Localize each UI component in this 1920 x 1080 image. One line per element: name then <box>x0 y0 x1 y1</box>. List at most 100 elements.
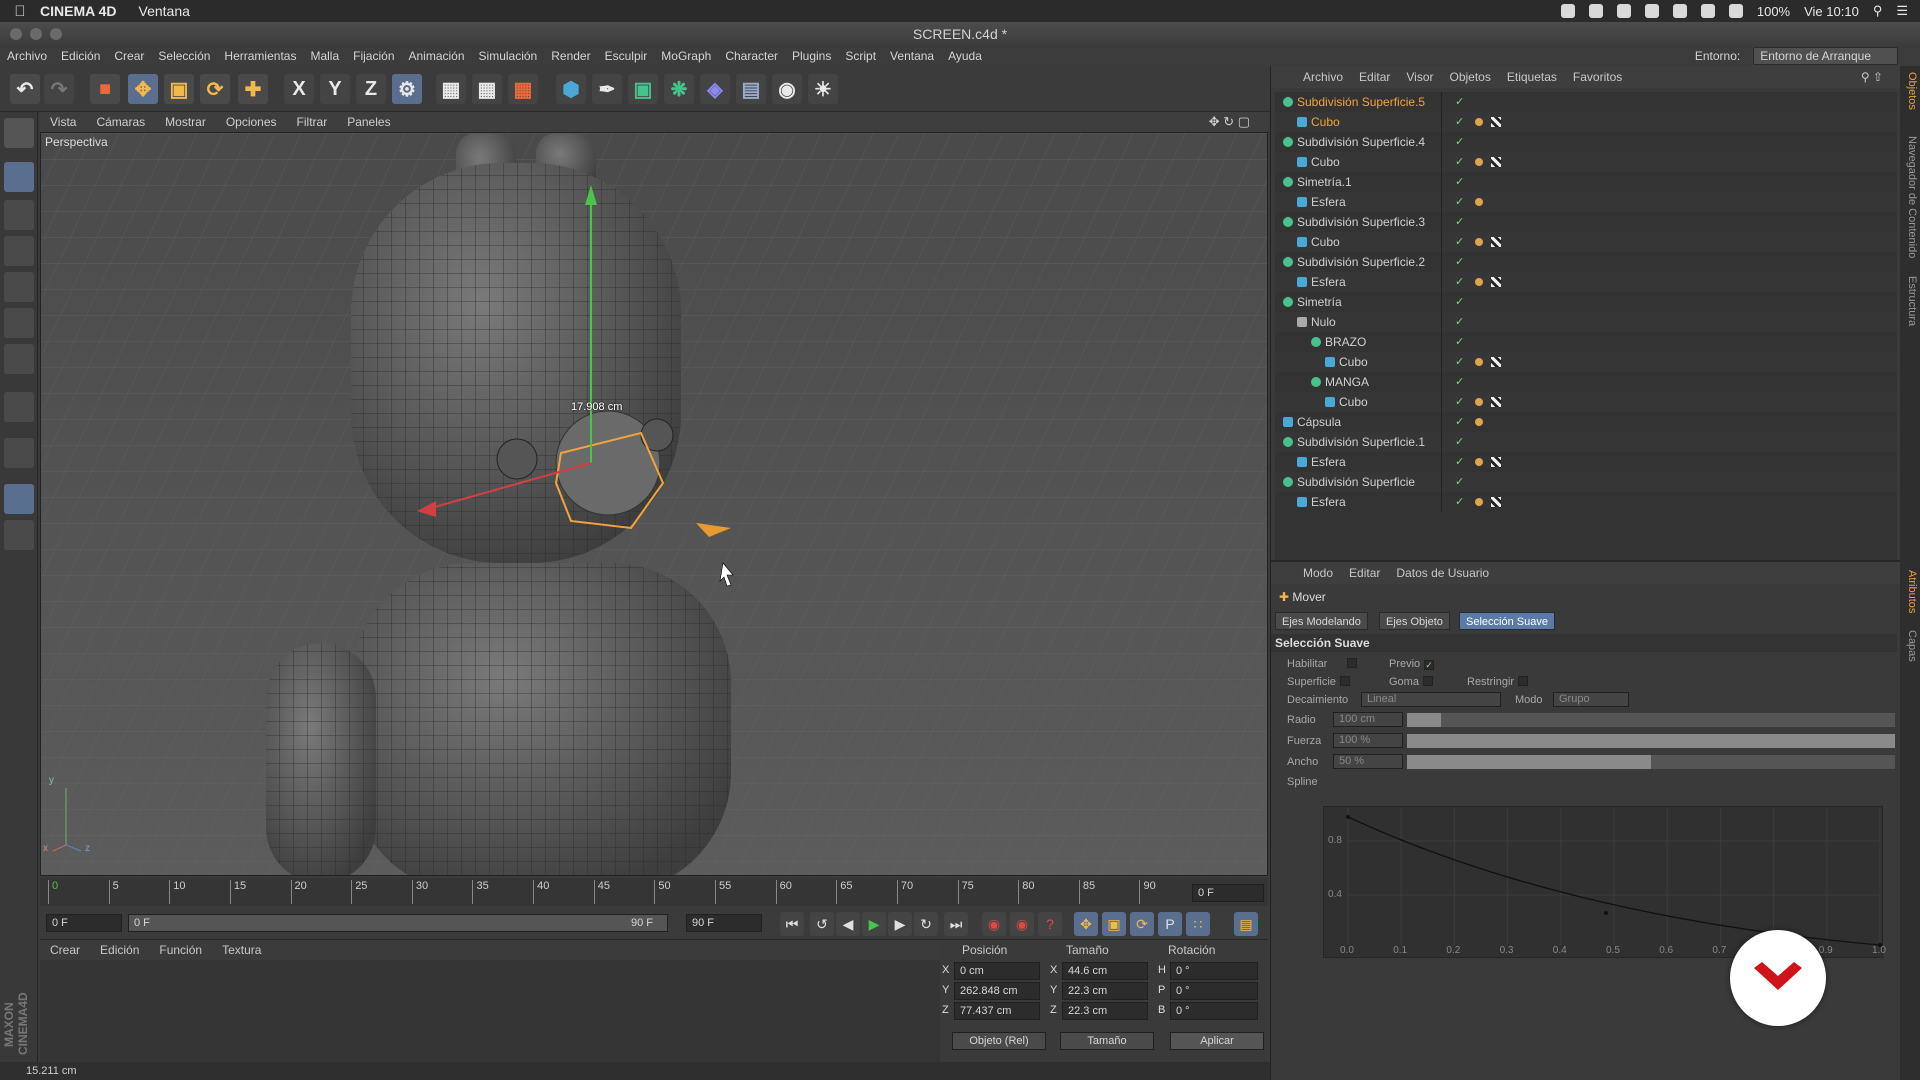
visibility-check-icon[interactable]: ✓ <box>1455 332 1464 352</box>
viewport-menu-opciones[interactable]: Opciones <box>216 115 287 129</box>
clock[interactable]: Vie 10:10 <box>1804 4 1859 19</box>
tab-ejes-modelando[interactable]: Ejes Modelando <box>1275 612 1368 630</box>
object-row[interactable]: Cubo ✓ <box>1275 392 1897 412</box>
edges-mode-icon[interactable] <box>4 308 34 338</box>
coords-size-field[interactable]: 22.3 cm <box>1062 982 1148 1000</box>
visibility-check-icon[interactable]: ✓ <box>1455 92 1464 112</box>
visibility-check-icon[interactable]: ✓ <box>1455 472 1464 492</box>
object-row[interactable]: Cubo ✓ <box>1275 152 1897 172</box>
object-row[interactable]: Esfera ✓ <box>1275 492 1897 512</box>
live-selection-icon[interactable]: ■ <box>90 74 120 104</box>
play-icon[interactable]: ▶ <box>862 912 886 936</box>
keyframe-selection-icon[interactable]: ? <box>1038 912 1062 936</box>
texture-tag-icon[interactable] <box>1491 497 1501 507</box>
texture-tag-icon[interactable] <box>1491 157 1501 167</box>
texture-tag-icon[interactable] <box>1491 117 1501 127</box>
points-mode-icon[interactable] <box>4 272 34 302</box>
object-row[interactable]: BRAZO ✓ <box>1275 332 1897 352</box>
phong-tag-icon[interactable] <box>1475 398 1483 406</box>
notification-icon[interactable]: ☰ <box>1896 3 1908 19</box>
render-picture-viewer-icon[interactable]: ▦ <box>472 74 502 104</box>
modo-select[interactable]: Grupo <box>1553 692 1629 707</box>
coords-mode-select[interactable]: Objeto (Rel) <box>952 1032 1046 1050</box>
object-row[interactable]: Esfera ✓ <box>1275 192 1897 212</box>
record-keys-icon[interactable]: ◉ <box>982 912 1006 936</box>
apple-icon[interactable]:  <box>0 3 40 20</box>
axis-mode-icon[interactable] <box>4 392 34 422</box>
cube-primitive-icon[interactable]: ⬢ <box>556 74 586 104</box>
battery-status[interactable]: 100% <box>1757 4 1790 19</box>
spline-pen-icon[interactable]: ✒ <box>592 74 622 104</box>
texture-tag-icon[interactable] <box>1491 457 1501 467</box>
object-row[interactable]: Subdivisión Superficie.3 ✓ <box>1275 212 1897 232</box>
object-row[interactable]: Cubo ✓ <box>1275 232 1897 252</box>
grid-snap-icon[interactable] <box>4 520 34 550</box>
timeline-window-icon[interactable]: ▤ <box>1234 912 1258 936</box>
last-tool-icon[interactable]: ✚ <box>238 74 268 104</box>
visibility-check-icon[interactable]: ✓ <box>1455 292 1464 312</box>
wifi-icon[interactable] <box>1728 4 1743 18</box>
close-window-button[interactable] <box>10 28 22 40</box>
coords-size-field[interactable]: 44.6 cm <box>1062 962 1148 980</box>
obj-menu-archivo[interactable]: Archivo <box>1295 70 1351 84</box>
obj-menu-editar[interactable]: Editar <box>1351 70 1398 84</box>
zoom-window-button[interactable] <box>50 28 62 40</box>
side-tab-navegador[interactable]: Navegador de Contenido <box>1902 136 1918 258</box>
viewport-menu-vista[interactable]: Vista <box>40 115 86 129</box>
object-row[interactable]: Cubo ✓ <box>1275 112 1897 132</box>
object-row[interactable]: Subdivisión Superficie.5 ✓ <box>1275 92 1897 112</box>
object-row[interactable]: Esfera ✓ <box>1275 452 1897 472</box>
material-menu-textura[interactable]: Textura <box>212 943 271 957</box>
entorno-select[interactable]: Entorno de Arranque <box>1753 47 1898 65</box>
viewport-nav-icon[interactable]: ✥ ↻ ▢ <box>1199 114 1260 130</box>
phong-tag-icon[interactable] <box>1475 498 1483 506</box>
obj-menu-visor[interactable]: Visor <box>1398 70 1441 84</box>
render-settings-icon[interactable]: ▦ <box>508 74 538 104</box>
obj-search-icon[interactable]: ⚲ ⇧ <box>1853 70 1891 84</box>
phong-tag-icon[interactable] <box>1475 418 1483 426</box>
texture-mode-icon[interactable] <box>4 200 34 230</box>
tab-seleccion-suave[interactable]: Selección Suave <box>1459 612 1555 630</box>
goma-checkbox[interactable] <box>1422 676 1433 686</box>
key-rotation-icon[interactable]: ⟳ <box>1130 912 1154 936</box>
menu-ayuda[interactable]: Ayuda <box>941 49 989 63</box>
coords-size-select[interactable]: Tamaño <box>1060 1032 1154 1050</box>
visibility-check-icon[interactable]: ✓ <box>1455 432 1464 452</box>
coords-rotation-field[interactable]: 0 ° <box>1170 982 1258 1000</box>
menu-animacion[interactable]: Animación <box>402 49 472 63</box>
viewport-menu-paneles[interactable]: Paneles <box>337 115 400 129</box>
go-to-end-icon[interactable]: ⏭ <box>944 912 968 936</box>
menu-mograph[interactable]: MoGraph <box>654 49 718 63</box>
visibility-check-icon[interactable]: ✓ <box>1455 232 1464 252</box>
object-row[interactable]: Subdivisión Superficie ✓ <box>1275 472 1897 492</box>
ancho-field[interactable]: 50 % <box>1333 754 1403 769</box>
phong-tag-icon[interactable] <box>1475 358 1483 366</box>
side-tab-estructura[interactable]: Estructura <box>1902 276 1918 326</box>
visibility-check-icon[interactable]: ✓ <box>1455 492 1464 512</box>
attr-menu-modo[interactable]: Modo <box>1295 566 1341 580</box>
coords-size-field[interactable]: 22.3 cm <box>1062 1002 1148 1020</box>
menu-seleccion[interactable]: Selección <box>151 49 217 63</box>
polygons-mode-icon[interactable] <box>4 344 34 374</box>
visibility-check-icon[interactable]: ✓ <box>1455 132 1464 152</box>
visibility-check-icon[interactable]: ✓ <box>1455 212 1464 232</box>
tab-ejes-objeto[interactable]: Ejes Objeto <box>1379 612 1450 630</box>
menu-herramientas[interactable]: Herramientas <box>217 49 303 63</box>
visibility-check-icon[interactable]: ✓ <box>1455 312 1464 332</box>
redo-icon[interactable]: ↷ <box>44 74 74 104</box>
menu-plugins[interactable]: Plugins <box>785 49 838 63</box>
record-icon[interactable] <box>1560 4 1575 18</box>
volume-icon[interactable] <box>1672 4 1687 18</box>
key-position-icon[interactable]: ✥ <box>1074 912 1098 936</box>
menu-character[interactable]: Character <box>718 49 785 63</box>
side-tab-capas[interactable]: Capas <box>1902 630 1918 662</box>
menu-esculpir[interactable]: Esculpir <box>598 49 655 63</box>
material-menu-funcion[interactable]: Función <box>149 943 212 957</box>
superficie-checkbox[interactable] <box>1339 676 1350 686</box>
rotate-tool-icon[interactable]: ⟳ <box>200 74 230 104</box>
snap-icon[interactable] <box>4 438 34 468</box>
obj-menu-objetos[interactable]: Objetos <box>1442 70 1499 84</box>
phong-tag-icon[interactable] <box>1475 118 1483 126</box>
workplane-lock-icon[interactable] <box>4 484 34 514</box>
visibility-check-icon[interactable]: ✓ <box>1455 252 1464 272</box>
